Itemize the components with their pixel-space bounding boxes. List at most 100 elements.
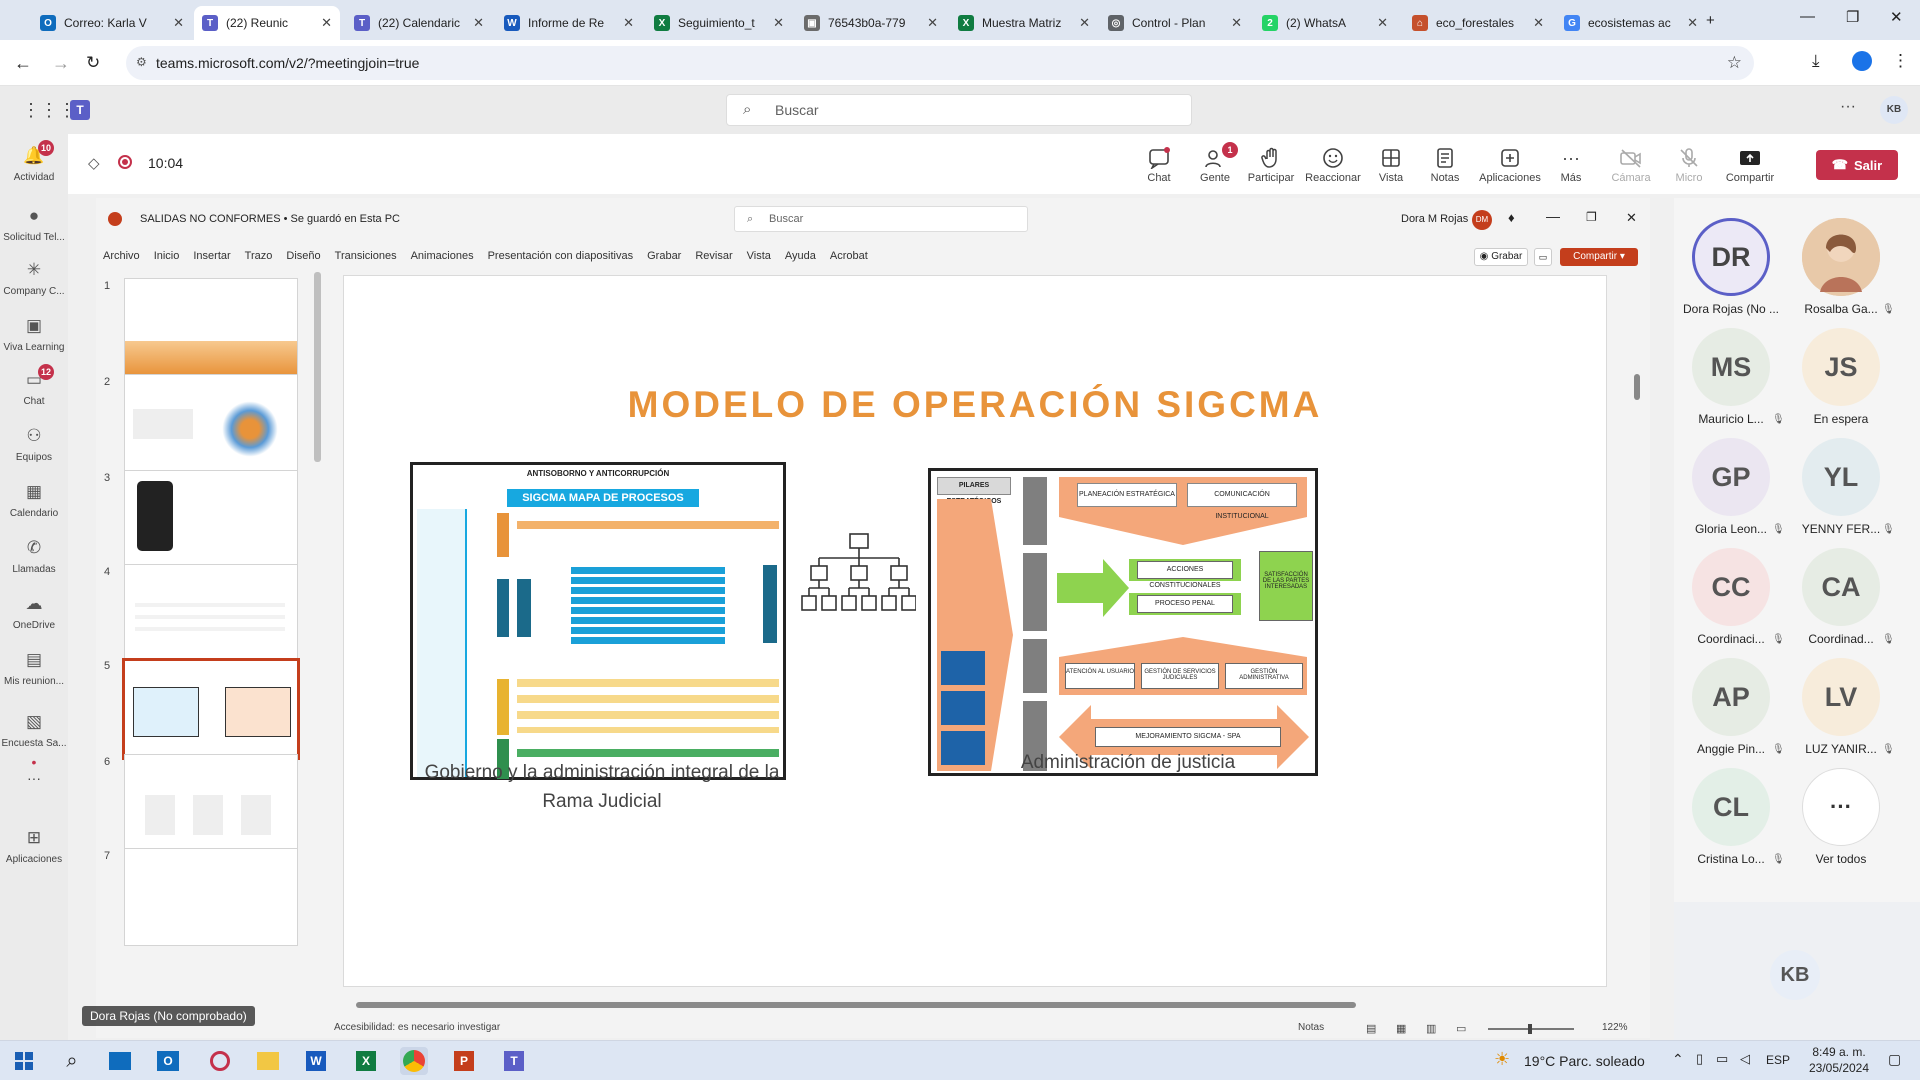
restore-icon[interactable]: ❐: [1586, 210, 1597, 224]
new-tab-plus-icon[interactable]: +: [1706, 12, 1715, 29]
mic-button[interactable]: Micro: [1662, 146, 1716, 184]
close-tab-icon[interactable]: ✕: [473, 15, 484, 31]
zoom-level[interactable]: 122%: [1602, 1022, 1628, 1033]
rail-item[interactable]: ▧ Encuesta Sa...: [0, 710, 68, 749]
close-tab-icon[interactable]: ✕: [1687, 15, 1698, 31]
rail-item[interactable]: ⚇ Equipos: [0, 424, 68, 463]
minimize-icon[interactable]: —: [1800, 8, 1815, 25]
ppt-user-avatar[interactable]: DM: [1472, 210, 1492, 230]
keyboard-language[interactable]: ESP: [1766, 1053, 1790, 1067]
share-button[interactable]: Compartir: [1720, 146, 1780, 184]
people-button[interactable]: Gente 1: [1188, 142, 1242, 184]
slide-thumbnail[interactable]: [124, 754, 298, 852]
url-field[interactable]: ⚙ teams.microsoft.com/v2/?meetingjoin=tr…: [126, 46, 1754, 80]
downloads-icon[interactable]: ⤓: [1812, 51, 1820, 71]
forward-icon[interactable]: →: [52, 53, 70, 74]
close-tab-icon[interactable]: ✕: [1533, 15, 1544, 31]
ppt-menu-item[interactable]: Ayuda: [785, 250, 816, 262]
slide-thumbnail[interactable]: [122, 658, 300, 760]
tray-chevron-icon[interactable]: ⌃: [1672, 1051, 1684, 1068]
notifications-icon[interactable]: ▢: [1888, 1051, 1901, 1068]
react-button[interactable]: Reaccionar: [1302, 146, 1364, 184]
ppt-menu-item[interactable]: Transiciones: [335, 250, 397, 262]
back-icon[interactable]: ←: [14, 53, 32, 74]
record-app-icon[interactable]: [206, 1047, 234, 1075]
ppt-doc-title[interactable]: SALIDAS NO CONFORMES • Se guardó en Esta…: [140, 213, 400, 225]
app-launcher-icon[interactable]: ⋮⋮⋮: [22, 100, 76, 121]
ppt-menu-item[interactable]: Animaciones: [411, 250, 474, 262]
view-button[interactable]: Vista: [1364, 146, 1418, 184]
word-icon[interactable]: W: [302, 1047, 330, 1075]
browser-tab[interactable]: 2 (2) WhatsA ✕: [1254, 6, 1396, 40]
ppt-search-input[interactable]: ⌕ Buscar: [734, 206, 1028, 232]
outlook-icon[interactable]: O: [154, 1047, 182, 1075]
ppt-menu-item[interactable]: Presentación con diapositivas: [488, 250, 634, 262]
participant-tile[interactable]: AP Anggie Pin...: [1676, 658, 1786, 756]
ppt-menu-item[interactable]: Acrobat: [830, 250, 868, 262]
weather-text[interactable]: 19°C Parc. soleado: [1524, 1053, 1645, 1069]
browser-tab[interactable]: ▣ 76543b0a-779 ✕: [796, 6, 946, 40]
restore-icon[interactable]: ❐: [1846, 8, 1859, 26]
participant-tile[interactable]: MS Mauricio L...: [1676, 328, 1786, 426]
close-window-icon[interactable]: ✕: [1890, 8, 1903, 26]
powerpoint-icon[interactable]: P: [450, 1047, 478, 1075]
close-tab-icon[interactable]: ✕: [927, 15, 938, 31]
close-tab-icon[interactable]: ✕: [623, 15, 634, 31]
close-tab-icon[interactable]: ✕: [173, 15, 184, 31]
ppt-menu-item[interactable]: Trazo: [245, 250, 273, 262]
taskbar-app-1-icon[interactable]: [106, 1047, 134, 1075]
participant-tile[interactable]: JS En espera: [1786, 328, 1896, 426]
browser-tab[interactable]: ◎ Control - Plan ✕: [1100, 6, 1250, 40]
more-button[interactable]: ··· Más: [1544, 146, 1598, 185]
close-tab-icon[interactable]: ✕: [1231, 15, 1242, 31]
browser-tab[interactable]: T (22) Calendaric ✕: [346, 6, 492, 40]
notes-button[interactable]: Notas: [1418, 146, 1472, 184]
zoom-slider[interactable]: [1488, 1024, 1574, 1034]
slide-horizontal-scrollbar[interactable]: [344, 1002, 1634, 1010]
browser-tab[interactable]: O Correo: Karla V ✕: [32, 6, 192, 40]
comments-icon[interactable]: ▭: [1534, 248, 1552, 266]
browser-tab[interactable]: ⌂ eco_forestales ✕: [1404, 6, 1552, 40]
clock-time[interactable]: 8:49 a. m.: [1808, 1045, 1870, 1059]
browser-tab[interactable]: Gecosistemas ac ✕: [1556, 6, 1706, 40]
participant-tile[interactable]: YL YENNY FER...: [1786, 438, 1896, 536]
weather-icon[interactable]: ☀: [1494, 1049, 1510, 1070]
chat-button[interactable]: Chat: [1132, 146, 1186, 184]
browser-tab[interactable]: X Seguimiento_t ✕: [646, 6, 792, 40]
excel-icon[interactable]: X: [352, 1047, 380, 1075]
close-tab-icon[interactable]: ✕: [1377, 15, 1388, 31]
notes-toggle[interactable]: Notas: [1298, 1022, 1324, 1033]
diamond-icon[interactable]: ♦: [1508, 210, 1515, 225]
slide-thumbnail[interactable]: [124, 374, 298, 472]
battery-icon[interactable]: ▯: [1696, 1051, 1703, 1067]
ppt-menu-item[interactable]: Vista: [747, 250, 771, 262]
rail-item[interactable]: ✆ Llamadas: [0, 536, 68, 575]
slide-thumbnail[interactable]: [124, 470, 298, 568]
participant-tile[interactable]: CC Coordinaci...: [1676, 548, 1786, 646]
file-explorer-icon[interactable]: [254, 1047, 282, 1075]
slide-thumbnail[interactable]: [124, 848, 298, 946]
rail-item[interactable]: ▦ Calendario: [0, 480, 68, 519]
camera-button[interactable]: Cámara: [1604, 146, 1658, 184]
browser-tab[interactable]: T (22) Reunic ✕: [194, 6, 340, 40]
slide-vertical-scrollbar[interactable]: [1634, 274, 1642, 994]
ppt-menu-item[interactable]: Insertar: [193, 250, 230, 262]
accessibility-status[interactable]: Accesibilidad: es necesario investigar: [334, 1022, 500, 1033]
windows-start-icon[interactable]: [10, 1047, 38, 1075]
close-icon[interactable]: ✕: [1626, 210, 1637, 226]
settings-more-icon[interactable]: ···: [1840, 98, 1856, 116]
clock-date[interactable]: 23/05/2024: [1800, 1061, 1878, 1075]
ppt-menu-item[interactable]: Grabar: [647, 250, 681, 262]
ppt-share-button[interactable]: Compartir ▾: [1560, 248, 1638, 266]
apps-button[interactable]: Aplicaciones: [1474, 146, 1546, 184]
participant-tile[interactable]: DR Dora Rojas (No ...: [1676, 218, 1786, 316]
participant-tile[interactable]: Rosalba Ga...: [1786, 218, 1896, 316]
volume-icon[interactable]: ◁: [1740, 1051, 1750, 1067]
sorter-view-icon[interactable]: ▦: [1396, 1022, 1406, 1035]
rail-item[interactable]: 🔔 Actividad 10: [0, 140, 68, 183]
chrome-icon[interactable]: [400, 1047, 428, 1075]
rail-more-icon[interactable]: • ···: [0, 754, 68, 786]
browser-menu-icon[interactable]: ⋮: [1892, 51, 1909, 71]
slideshow-view-icon[interactable]: ▭: [1456, 1022, 1466, 1035]
rail-item[interactable]: ✳ Company C...: [0, 258, 68, 297]
